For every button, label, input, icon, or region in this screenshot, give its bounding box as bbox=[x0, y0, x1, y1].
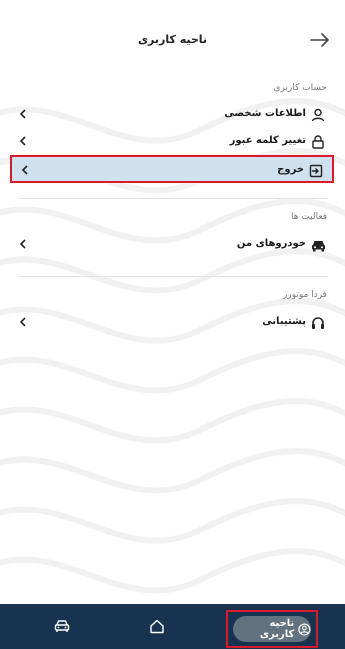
chevron-left-icon bbox=[18, 315, 28, 329]
user-icon bbox=[310, 107, 326, 123]
logout-icon bbox=[308, 163, 324, 179]
menu-item-logout[interactable]: خروج bbox=[10, 155, 334, 183]
divider bbox=[18, 276, 328, 277]
header: ناحیه کاربری bbox=[0, 0, 345, 80]
menu-item-label: تغییر کلمه عبور bbox=[229, 135, 306, 146]
menu-item-label: اطلاعات شخصی bbox=[224, 108, 306, 119]
section-title-account: حساب کاربری bbox=[273, 83, 327, 93]
arrow-right-icon bbox=[310, 33, 329, 47]
nav-my-cars-button[interactable] bbox=[50, 612, 74, 640]
car-icon bbox=[310, 237, 326, 253]
chevron-left-icon bbox=[18, 107, 28, 121]
nav-account-label: ناحیه کاربری bbox=[259, 618, 295, 640]
chevron-left-icon bbox=[18, 237, 28, 251]
menu-item-change-password[interactable]: تغییر کلمه عبور bbox=[10, 128, 334, 156]
menu-item-support[interactable]: پشتیبانی bbox=[10, 309, 334, 337]
menu-item-label: خروج bbox=[277, 164, 304, 175]
menu-item-label: پشتیبانی bbox=[262, 316, 306, 327]
nav-home-button[interactable] bbox=[145, 612, 169, 640]
section-title-farda-motors: فردا موتورز bbox=[283, 290, 327, 300]
chevron-left-icon bbox=[18, 134, 28, 148]
home-icon bbox=[150, 619, 164, 633]
headset-icon bbox=[310, 315, 326, 331]
car-icon bbox=[54, 620, 70, 632]
back-button[interactable] bbox=[305, 26, 335, 54]
menu-item-label: خودروهای من bbox=[236, 238, 306, 249]
menu-item-my-cars[interactable]: خودروهای من bbox=[10, 231, 334, 259]
active-nav-pill: ناحیه کاربری bbox=[233, 616, 311, 642]
section-title-activities: فعالیت ها bbox=[290, 212, 327, 222]
nav-account-button[interactable]: ناحیه کاربری bbox=[226, 610, 318, 648]
bottom-navigation: ناحیه کاربری bbox=[0, 604, 345, 649]
divider bbox=[18, 198, 328, 199]
lock-icon bbox=[310, 134, 326, 150]
chevron-left-icon bbox=[20, 163, 30, 177]
menu-item-personal-info[interactable]: اطلاعات شخصی bbox=[10, 101, 334, 129]
page-title: ناحیه کاربری bbox=[137, 33, 208, 46]
user-circle-icon bbox=[298, 622, 311, 636]
